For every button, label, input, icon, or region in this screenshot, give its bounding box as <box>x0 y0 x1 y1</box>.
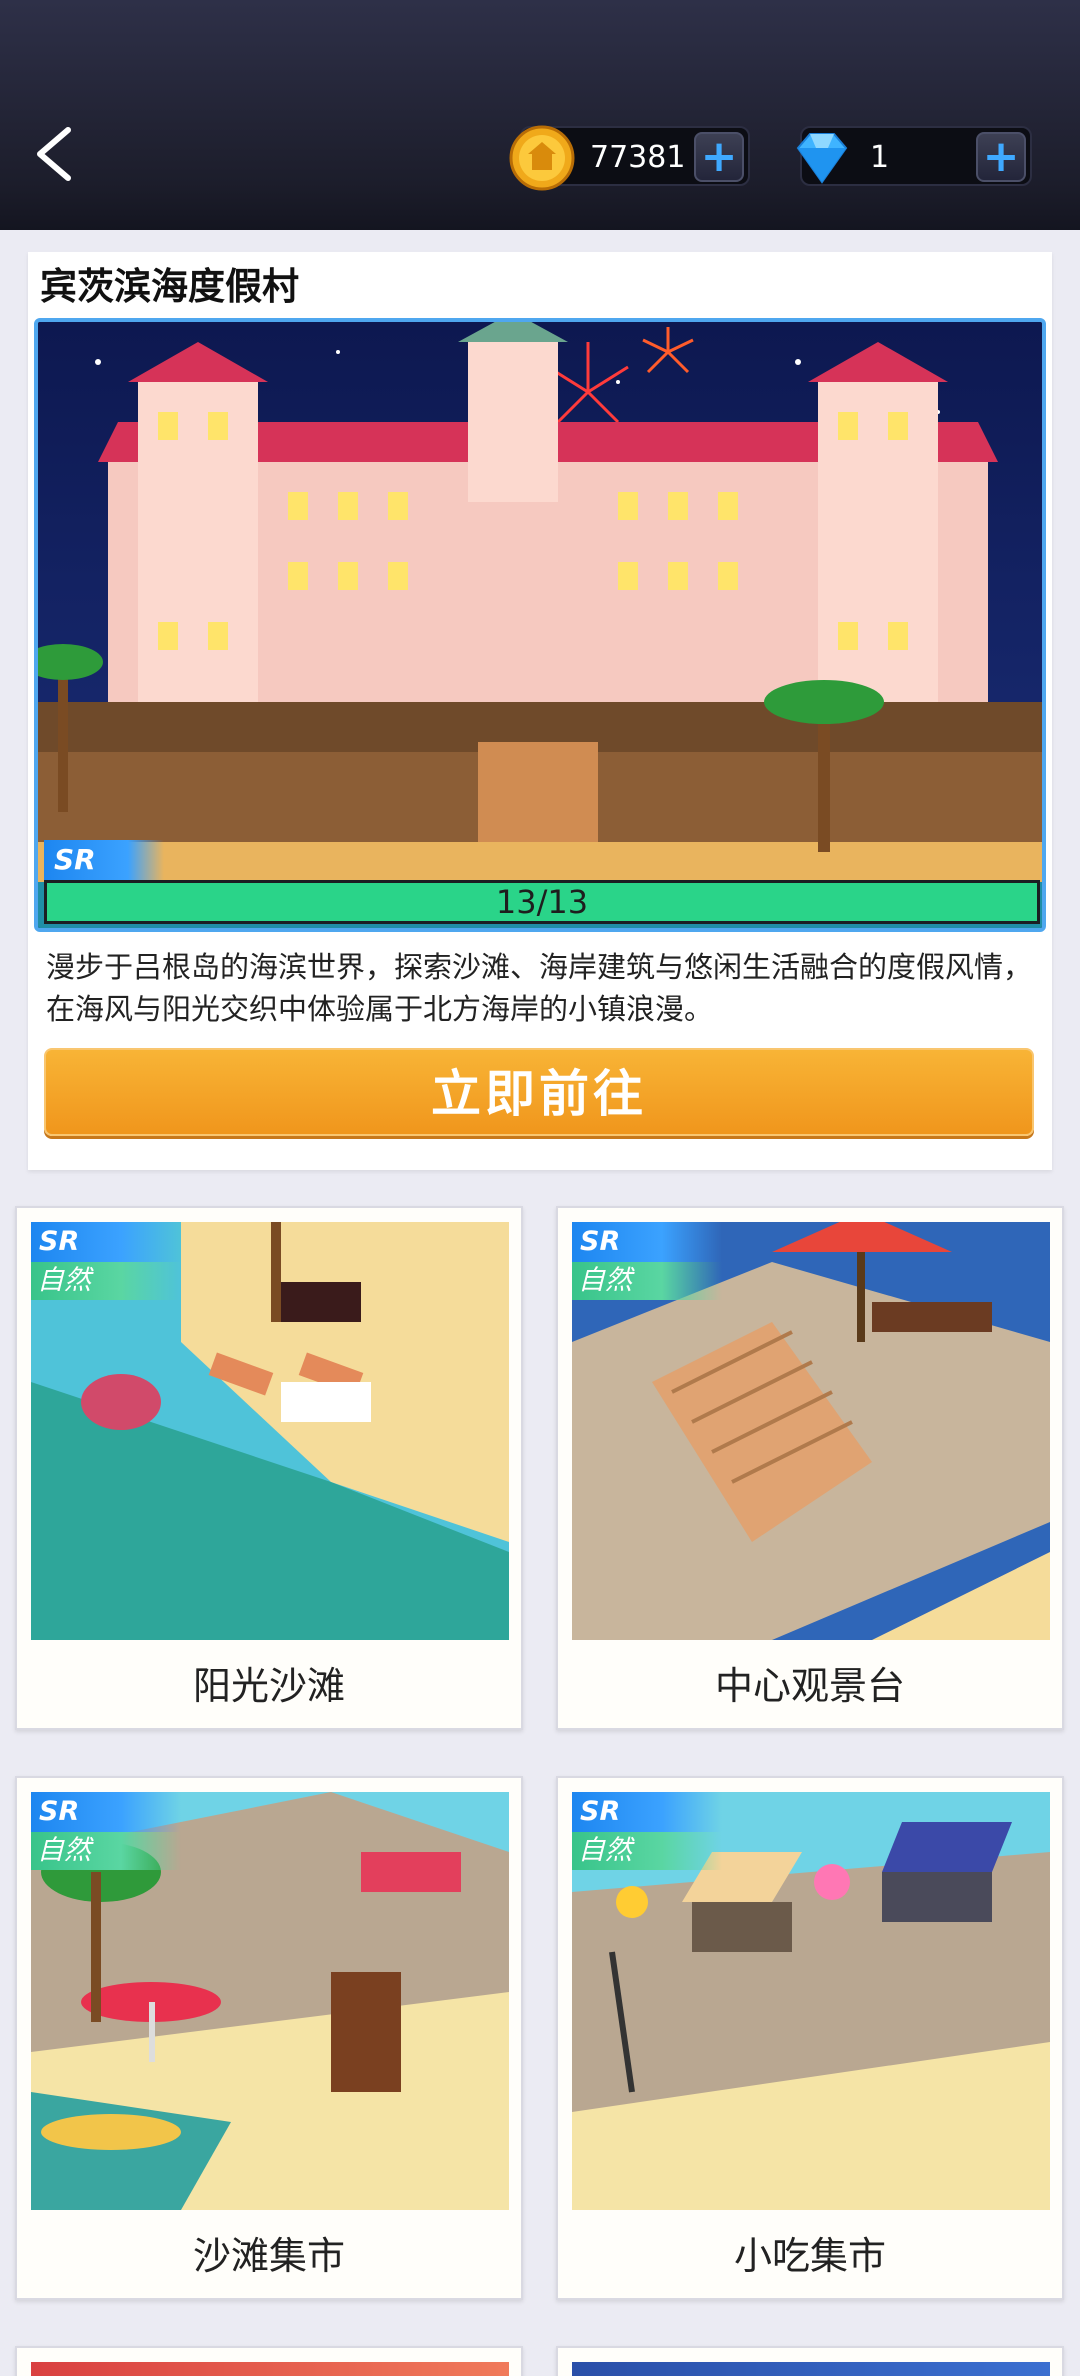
destination-hero-image[interactable]: SR 13/13 <box>34 318 1046 932</box>
top-bar: 77381 + 1 + <box>0 0 1080 230</box>
collection-progress-bar: 13/13 <box>44 880 1040 924</box>
coin-amount: 77381 <box>590 140 686 175</box>
rarity-badge: SR <box>572 1222 722 1262</box>
diamond-icon <box>796 133 848 184</box>
rarity-badge: SR <box>31 1792 181 1832</box>
rarity-badge: SR <box>31 1222 181 1262</box>
scene-card-label: 中心观景台 <box>714 1664 905 1708</box>
chevron-left-icon <box>37 127 71 181</box>
destination-title: 宾茨滨海度假村 <box>40 265 299 308</box>
scene-card[interactable]: SR 自然 中心观景台 <box>556 1206 1064 1730</box>
scene-card-partial[interactable] <box>15 2346 523 2376</box>
scene-card[interactable]: SR 自然 小吃集市 <box>556 1776 1064 2300</box>
gem-amount: 1 <box>870 140 890 175</box>
scene-card[interactable]: SR 自然 沙滩集市 <box>15 1776 523 2300</box>
scene-card[interactable]: SR 自然 阳光沙滩 <box>15 1206 523 1730</box>
rarity-badge: SR <box>572 1792 722 1832</box>
scene-image: SR 自然 <box>31 1792 509 2210</box>
coin-icon <box>509 125 575 191</box>
scene-card-label: 沙滩集市 <box>192 2234 345 2278</box>
category-badge: 自然 <box>572 1262 722 1300</box>
scene-image <box>31 2362 509 2376</box>
coin-balance: 77381 + <box>509 125 750 191</box>
scene-card-label: 阳光沙滩 <box>192 1664 345 1708</box>
destination-description: 漫步于吕根岛的海滨世界，探索沙滩、海岸建筑与悠闲生活融合的度假风情，在海风与阳光… <box>46 950 1033 1026</box>
scene-card-partial[interactable] <box>556 2346 1064 2376</box>
scene-image: SR 自然 <box>572 1792 1050 2210</box>
category-badge: 自然 <box>572 1832 722 1870</box>
add-coins-button[interactable]: + <box>694 132 744 182</box>
category-badge: 自然 <box>31 1262 181 1300</box>
scene-image: SR 自然 <box>31 1222 509 1640</box>
go-now-button[interactable]: 立即前往 <box>44 1048 1034 1136</box>
scene-image <box>572 2362 1050 2376</box>
back-button[interactable] <box>28 118 80 190</box>
resort-illustration <box>38 322 1042 928</box>
featured-destination-panel: 宾茨滨海度假村 SR 13/13 漫步于吕根岛的海滨世界，探索沙滩、海岸建筑与悠… <box>28 252 1052 1170</box>
rarity-badge: SR <box>44 840 164 880</box>
category-badge: 自然 <box>31 1832 181 1870</box>
scene-image: SR 自然 <box>572 1222 1050 1640</box>
add-gems-button[interactable]: + <box>976 132 1026 182</box>
scene-card-label: 小吃集市 <box>733 2234 886 2278</box>
gem-balance: 1 + <box>796 126 1032 186</box>
